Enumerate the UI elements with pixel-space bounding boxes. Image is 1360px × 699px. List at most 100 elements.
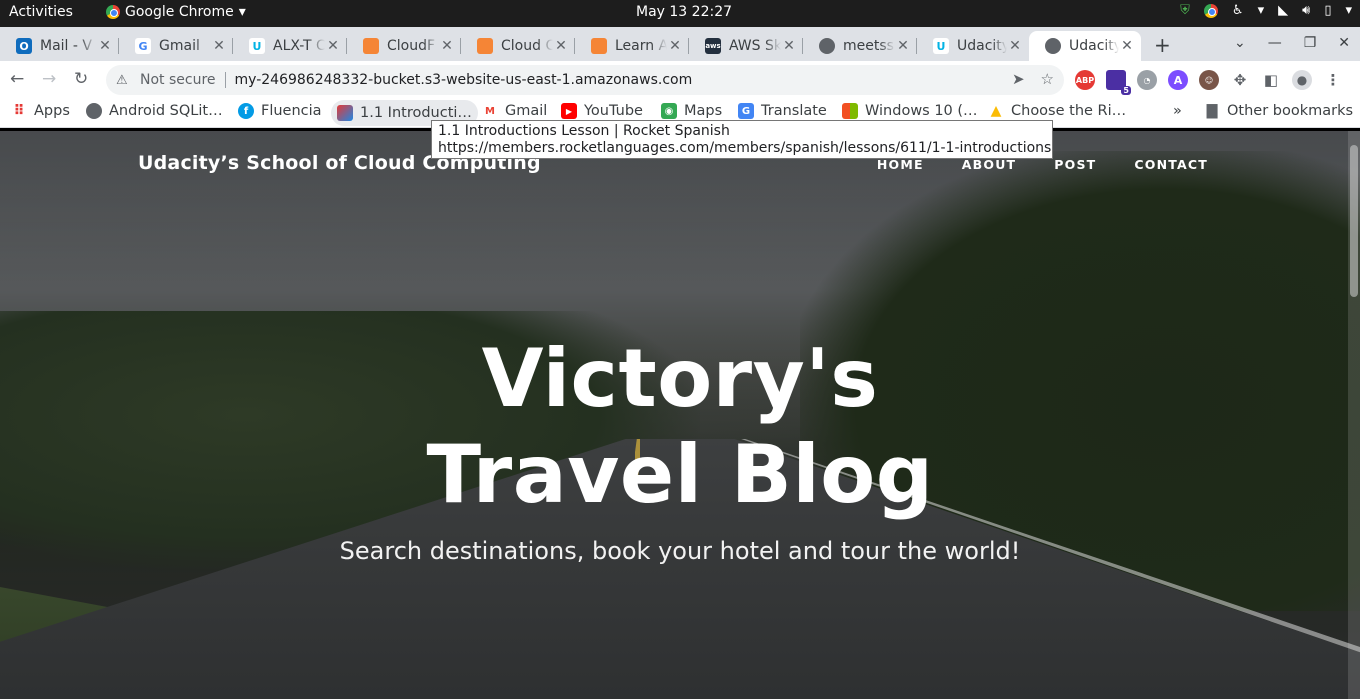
close-icon[interactable]: ✕ [667,38,683,54]
page-scrollbar[interactable] [1348,131,1360,699]
close-icon[interactable]: ✕ [439,38,455,54]
tab-aws-skill[interactable]: aws AWS Sk ✕ [689,31,803,61]
tab-udacity-active[interactable]: Udacity ✕ [1029,31,1141,61]
bookmark-label: Maps [684,103,723,119]
globe-icon [1045,38,1061,54]
puzzle-icon[interactable]: ✥ [1230,70,1250,90]
volume-icon[interactable]: 🔊︎ [1302,3,1310,18]
star-icon[interactable]: ☆ [1041,70,1054,88]
hero-title: Victory's Travel Blog [426,332,934,521]
battery-icon[interactable]: ▯ [1324,3,1331,18]
drive-triangle-icon: ▲ [990,103,1002,119]
globe-icon [86,103,102,119]
close-icon[interactable]: ✕ [211,38,227,54]
forward-icon[interactable]: → [42,69,56,89]
reload-icon[interactable]: ↻ [74,69,88,89]
close-icon[interactable]: ✕ [97,38,113,54]
udacity-icon: U [933,38,949,54]
bookmark-label: Other bookmarks [1227,103,1354,119]
tab-cloudc[interactable]: Cloud C ✕ [461,31,575,61]
bookmark-translate[interactable]: G Translate [738,103,827,119]
close-icon[interactable]: ✕ [1119,38,1135,54]
new-tab-icon[interactable]: + [1154,33,1171,57]
nav-home[interactable]: HOME [877,157,924,172]
tab-alx[interactable]: U ALX-T C ✕ [233,31,347,61]
close-icon[interactable]: ✕ [1007,38,1023,54]
side-panel-icon[interactable]: ◧ [1261,70,1281,90]
url-text[interactable]: my-246986248332-bucket.s3-website-us-eas… [235,72,693,88]
mortarboard-icon[interactable]: 5 [1106,70,1131,95]
scrollbar-thumb[interactable] [1350,145,1358,297]
adblock-icon[interactable]: ABP [1075,70,1095,90]
bookmark-android-sqlite[interactable]: Android SQLit… [86,103,223,119]
tab-title: ALX-T C [273,38,325,54]
bookmark-youtube[interactable]: ▶ YouTube [561,103,643,119]
tab-cloudf[interactable]: CloudF ✕ [347,31,461,61]
tab-mail[interactable]: O Mail - V ✕ [0,31,119,61]
aws-cube-icon [591,38,607,54]
address-bar[interactable]: ⚠ Not secure my-246986248332-bucket.s3-w… [106,65,1064,95]
udacity-icon: U [249,38,265,54]
close-icon[interactable]: ✕ [895,38,911,54]
tab-title: Udacity [1069,38,1119,54]
caret-down-icon: ▾ [1257,3,1265,18]
extension-badge: 5 [1121,86,1131,95]
bookmark-maps[interactable]: ◉ Maps [661,103,722,119]
nav-contact[interactable]: CONTACT [1134,157,1208,172]
kebab-menu-icon[interactable]: ⋮ [1323,70,1343,90]
tab-title: Udacity [957,38,1007,54]
aws-cube-icon [477,38,493,54]
back-icon[interactable]: ← [10,69,24,89]
tab-learn[interactable]: Learn A ✕ [575,31,689,61]
close-icon[interactable]: ✕ [325,38,341,54]
bookmark-label: Choose the Ri… [1011,103,1127,119]
window-close-icon[interactable]: ✕ [1338,35,1350,51]
hero-subtitle: Search destinations, book your hotel and… [339,537,1021,565]
warning-icon[interactable]: ⚠ [116,73,132,88]
wifi-icon[interactable]: ◣ [1278,3,1288,18]
bookmark-label: Windows 10 (… [865,103,978,119]
close-icon[interactable]: ✕ [553,38,569,54]
clock[interactable]: May 13 22:27 [636,4,732,20]
bookmark-choose[interactable]: ▲ Choose the Ri… [988,103,1127,119]
letter-a-icon[interactable]: A [1168,70,1188,90]
close-icon[interactable]: ✕ [781,38,797,54]
nav-post[interactable]: POST [1054,157,1096,172]
bookmarks-overflow-button[interactable]: » [1173,103,1182,119]
tab-title: CloudF [387,38,436,54]
accessibility-icon[interactable]: ♿ [1232,3,1244,18]
minimize-icon[interactable]: — [1268,35,1282,51]
shield-icon[interactable]: ⛨ [1180,3,1190,18]
bookmark-label: 1.1 Introducti… [360,105,472,121]
speedometer-icon[interactable]: ◔ [1137,70,1157,90]
tooltip-title: 1.1 Introductions Lesson | Rocket Spanis… [438,123,730,139]
chrome-tray-icon[interactable] [1203,3,1218,18]
activities-button[interactable]: Activities [9,4,73,20]
bookmark-gmail[interactable]: M Gmail [482,103,547,119]
bookmark-fluencia[interactable]: f Fluencia [238,103,322,119]
folder-icon: ▇ [1206,103,1218,119]
tab-search-icon[interactable]: ⌄ [1234,35,1246,51]
bookmark-tooltip: 1.1 Introductions Lesson | Rocket Spanis… [431,120,1053,159]
send-icon[interactable]: ➤ [1012,70,1025,88]
bookmark-other[interactable]: ▇ Other bookmarks [1204,103,1353,119]
system-tray[interactable]: ⛨ ♿ ▾ ◣ 🔊︎ ▯ ▾ [1180,3,1352,18]
app-menu[interactable]: Google Chrome ▾ [106,4,246,20]
restore-icon[interactable]: ❐ [1304,35,1317,51]
tab-meetss[interactable]: meetss ✕ [803,31,917,61]
bookmark-label: YouTube [584,103,643,119]
security-label[interactable]: Not secure [140,72,216,88]
apps-grid-icon: ⠿ [13,103,25,119]
divider [224,72,226,88]
bookmark-windows10[interactable]: Windows 10 (… [842,103,978,119]
browser-toolbar: ← → ↻ ⚠ Not secure my-246986248332-bucke… [0,61,1360,98]
tab-gmail[interactable]: G Gmail ✕ [119,31,233,61]
avatar-extension-icon[interactable]: ☺ [1199,70,1219,90]
aws-cube-icon [363,38,379,54]
bookmark-label: Translate [761,103,827,119]
bookmark-apps[interactable]: ⠿ Apps [11,103,70,119]
tab-udacity[interactable]: U Udacity ✕ [917,31,1029,61]
bookmark-label: Apps [34,103,70,119]
profile-avatar[interactable]: ● [1292,70,1312,90]
nav-about[interactable]: ABOUT [962,157,1017,172]
